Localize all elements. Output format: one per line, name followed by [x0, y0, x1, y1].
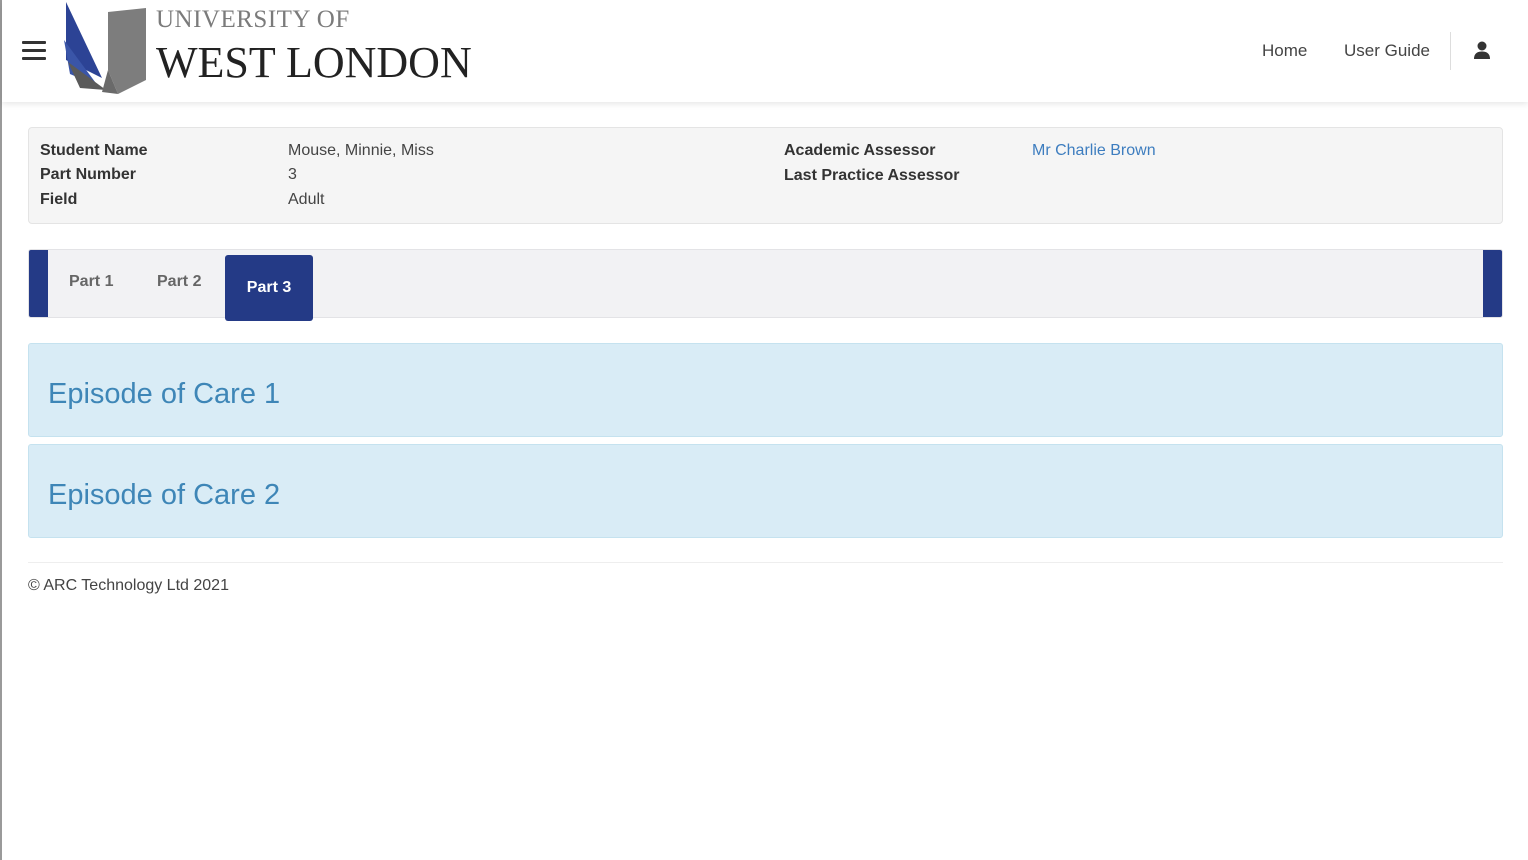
user-icon[interactable] — [1472, 40, 1492, 60]
tab-scroll-right[interactable] — [1483, 250, 1502, 317]
academic-assessor-link[interactable]: Mr Charlie Brown — [1032, 142, 1156, 160]
logo-text-line1: UNIVERSITY OF — [156, 6, 350, 33]
nav-user-guide-link[interactable]: User Guide — [1344, 41, 1430, 61]
field-value: Adult — [288, 191, 325, 208]
tab-part-3[interactable]: Part 3 — [225, 255, 313, 321]
page: UNIVERSITY OF WEST LONDON Home User Guid… — [0, 0, 1528, 860]
university-logo[interactable]: UNIVERSITY OF WEST LONDON — [62, 0, 472, 98]
tab-part-2[interactable]: Part 2 — [157, 273, 201, 291]
nav-divider — [1450, 32, 1451, 70]
footer-copyright: © ARC Technology Ltd 2021 — [28, 577, 229, 594]
tab-scroll-left[interactable] — [29, 250, 48, 317]
episode-title[interactable]: Episode of Care 1 — [48, 378, 280, 411]
student-name-value: Mouse, Minnie, Miss — [288, 142, 434, 159]
field-label: Field — [40, 191, 78, 208]
episode-of-care-2-panel[interactable]: Episode of Care 2 — [28, 444, 1503, 538]
part-number-label: Part Number — [40, 166, 137, 183]
academic-assessor-label: Academic Assessor — [784, 142, 936, 159]
episode-of-care-1-panel[interactable]: Episode of Care 1 — [28, 343, 1503, 437]
footer-divider — [28, 562, 1503, 563]
top-header: UNIVERSITY OF WEST LONDON Home User Guid… — [2, 0, 1528, 102]
logo-text-line2: WEST LONDON — [156, 38, 472, 87]
part-tabs: Part 1 Part 2 Part 3 — [28, 249, 1503, 321]
student-info-panel: Student Name Mouse, Minnie, Miss Part Nu… — [28, 127, 1503, 224]
student-name-label: Student Name — [40, 142, 148, 159]
tab-part-1[interactable]: Part 1 — [69, 273, 113, 291]
last-practice-assessor-label: Last Practice Assessor — [784, 167, 960, 184]
hamburger-menu-icon[interactable] — [22, 41, 46, 61]
logo-mark-icon — [64, 2, 146, 94]
nav-home-link[interactable]: Home — [1262, 41, 1307, 61]
episode-title[interactable]: Episode of Care 2 — [48, 479, 280, 512]
part-number-value: 3 — [288, 166, 297, 183]
